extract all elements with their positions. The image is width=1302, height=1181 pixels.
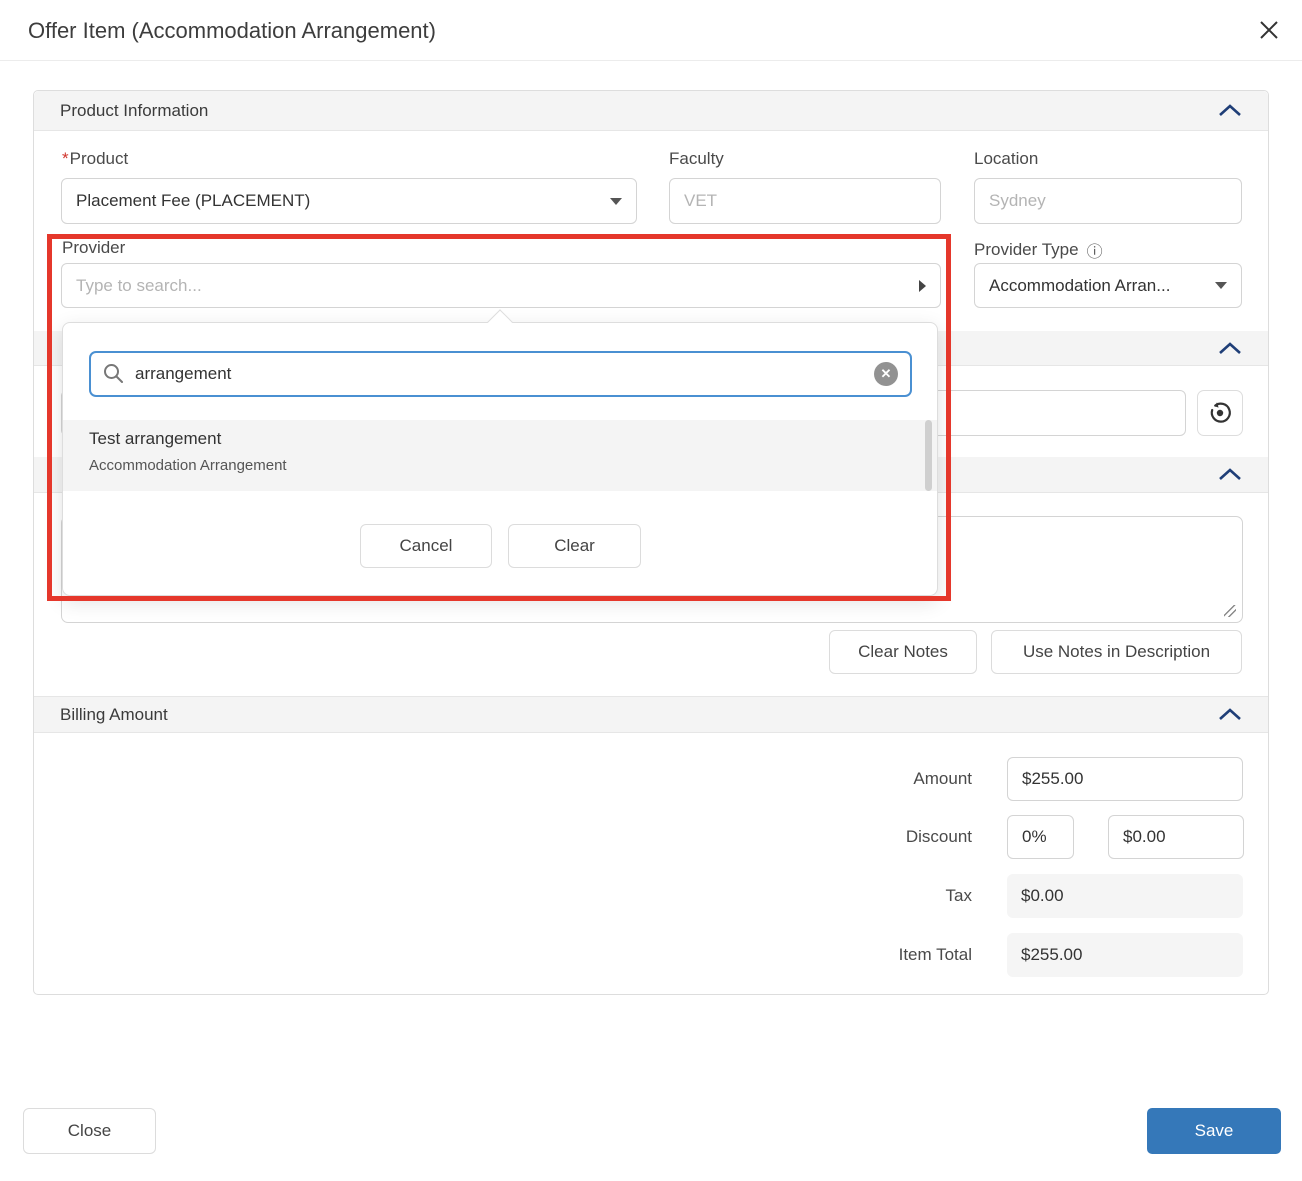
search-icon — [103, 363, 124, 389]
result-title: Test arrangement — [89, 429, 221, 449]
tax-value: $0.00 — [1007, 874, 1243, 918]
modal-header: Offer Item (Accommodation Arrangement) — [0, 0, 1302, 61]
billing-amount-header[interactable]: Billing Amount — [34, 696, 1268, 733]
clear-button[interactable]: Clear — [508, 524, 641, 568]
popup-scrollbar[interactable] — [925, 420, 932, 491]
provider-type-select[interactable]: Accommodation Arran... — [974, 263, 1242, 308]
location-label: Location — [974, 149, 1038, 173]
close-button[interactable]: Close — [23, 1108, 156, 1154]
provider-label: Provider — [62, 238, 125, 262]
chevron-down-icon — [610, 198, 622, 205]
modal-title: Offer Item (Accommodation Arrangement) — [28, 0, 436, 61]
clear-search-icon[interactable]: ✕ — [874, 362, 898, 386]
provider-placeholder: Type to search... — [76, 276, 202, 296]
amount-field[interactable] — [1007, 757, 1243, 801]
item-total-label: Item Total — [712, 933, 972, 977]
result-subtitle: Accommodation Arrangement — [89, 457, 287, 474]
provider-search-field[interactable]: Type to search... — [61, 263, 941, 308]
collapse-chevron-icon[interactable] — [1218, 104, 1242, 117]
search-result-item[interactable]: Test arrangement Accommodation Arrangeme… — [63, 420, 937, 491]
chevron-down-icon — [1215, 282, 1227, 289]
amount-label: Amount — [712, 757, 972, 801]
info-icon[interactable]: ⓘ — [1087, 238, 1103, 262]
product-select-value: Placement Fee (PLACEMENT) — [76, 191, 310, 211]
chevron-right-icon — [919, 280, 926, 292]
provider-type-label: Provider Type — [974, 240, 1079, 260]
faculty-field[interactable] — [669, 178, 941, 224]
cancel-button[interactable]: Cancel — [360, 524, 492, 568]
product-information-header[interactable]: Product Information — [34, 91, 1268, 131]
popup-search-input[interactable] — [135, 353, 875, 395]
faculty-label: Faculty — [669, 149, 724, 173]
collapse-chevron-icon[interactable] — [1218, 342, 1242, 355]
product-label: *Product — [62, 149, 128, 173]
restore-button[interactable] — [1197, 390, 1243, 436]
billing-amount-label: Billing Amount — [60, 705, 168, 725]
provider-type-value: Accommodation Arran... — [989, 276, 1170, 296]
discount-amount-field[interactable] — [1108, 815, 1244, 859]
collapse-chevron-icon[interactable] — [1218, 708, 1242, 721]
save-button[interactable]: Save — [1147, 1108, 1281, 1154]
product-information-label: Product Information — [60, 101, 208, 121]
item-total-value: $255.00 — [1007, 933, 1243, 977]
clear-notes-button[interactable]: Clear Notes — [829, 630, 977, 674]
tax-label: Tax — [712, 874, 972, 918]
discount-label: Discount — [712, 815, 972, 859]
resize-grip[interactable] — [1224, 605, 1236, 617]
offer-item-modal: Offer Item (Accommodation Arrangement) P… — [0, 0, 1302, 1181]
popup-search-box: ✕ — [89, 351, 912, 397]
required-asterisk: * — [62, 149, 69, 168]
provider-search-popup: ✕ Test arrangement Accommodation Arrange… — [62, 322, 938, 596]
discount-percent-field[interactable] — [1007, 815, 1074, 859]
restore-icon — [1207, 400, 1233, 426]
collapse-chevron-icon[interactable] — [1218, 468, 1242, 481]
provider-type-label-row: Provider Type ⓘ — [974, 238, 1103, 262]
location-field[interactable] — [974, 178, 1242, 224]
product-select[interactable]: Placement Fee (PLACEMENT) — [61, 178, 637, 224]
use-notes-in-description-button[interactable]: Use Notes in Description — [991, 630, 1242, 674]
close-icon[interactable] — [1252, 13, 1286, 47]
